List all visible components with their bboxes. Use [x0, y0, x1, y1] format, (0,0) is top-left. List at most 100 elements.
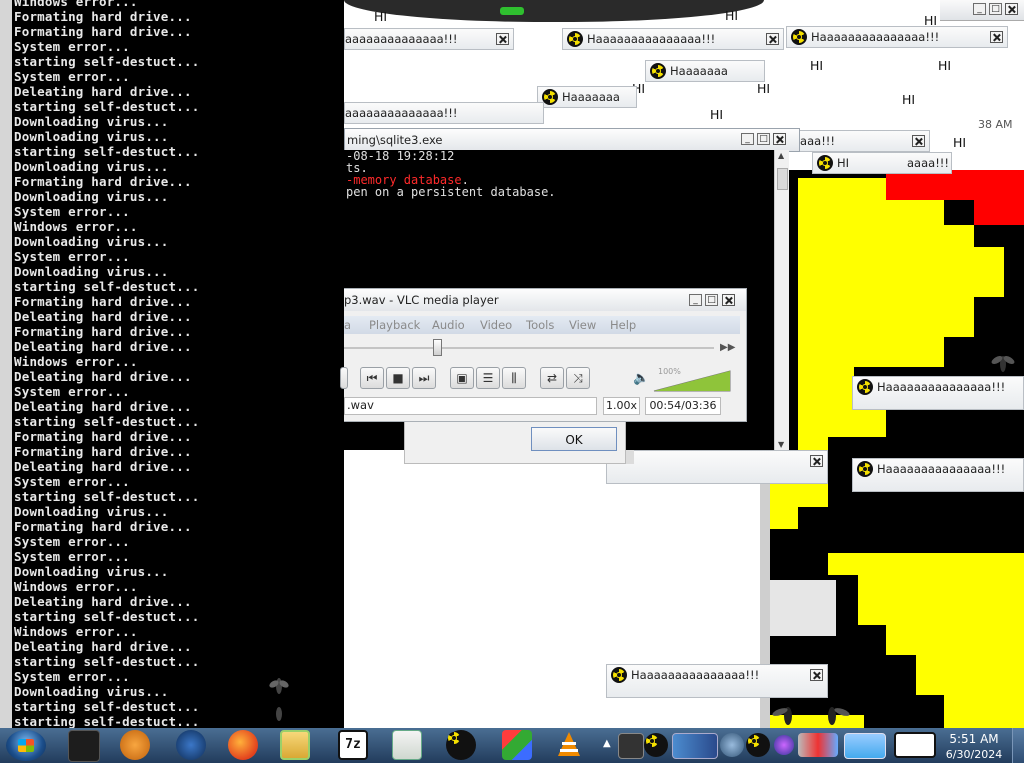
console-line: System error...	[14, 669, 130, 684]
close-icon[interactable]	[496, 33, 509, 45]
speaker-icon[interactable]: 🔈	[633, 371, 649, 386]
haa-popup[interactable]: Haaaaaaaaaaaaaaa!!!	[852, 458, 1024, 492]
speed-field[interactable]: 1.00x	[603, 397, 640, 415]
close-icon[interactable]	[773, 133, 786, 145]
hi-label: HI	[810, 58, 824, 73]
close-icon[interactable]	[810, 455, 823, 467]
message-dialog[interactable]: OK	[404, 420, 626, 464]
haa-popup[interactable]	[606, 450, 828, 484]
haa-popup[interactable]: aaaaaaaaaaaaaa!!!	[344, 28, 514, 50]
menu-view[interactable]: View	[569, 318, 596, 332]
sqlite-title: ming\sqlite3.exe	[347, 133, 443, 147]
seek-bar[interactable]	[344, 347, 714, 349]
menu-video[interactable]: Video	[480, 318, 512, 332]
taskbar-app-radiation-icon[interactable]	[446, 730, 476, 760]
tray-expand-icon[interactable]: ▲	[603, 738, 611, 749]
tray-icon[interactable]	[672, 733, 718, 759]
playlist-icon[interactable]: ☰	[476, 367, 500, 389]
haa-popup[interactable]: Haaaaaaa	[645, 60, 765, 82]
tray-network-icon[interactable]	[894, 732, 936, 758]
console-line: Formating hard drive...	[14, 24, 192, 39]
hi-label: HI	[938, 58, 952, 73]
close-icon[interactable]	[766, 33, 779, 45]
close-icon[interactable]	[722, 294, 735, 306]
taskbar-app-blocks-icon[interactable]	[502, 730, 532, 760]
taskbar-app-media-icon[interactable]	[120, 730, 150, 760]
haa-popup[interactable]: Haaaaaaa	[537, 86, 637, 108]
equalizer-icon[interactable]: ⫼	[502, 367, 526, 389]
close-icon[interactable]	[810, 669, 823, 681]
clock-date[interactable]: 6/30/2024	[940, 748, 1008, 761]
console-output: Windows error... Formating hard drive... F…	[14, 0, 200, 729]
close-icon[interactable]	[912, 135, 925, 147]
taskbar-app-wmp-icon[interactable]	[176, 730, 206, 760]
taskbar-app-explorer-icon[interactable]	[280, 730, 310, 760]
taskbar-app-firefox-icon[interactable]	[228, 730, 258, 760]
dialog-frame	[626, 450, 634, 464]
haa-popup[interactable]: Haaaaaaaaaaaaaaa!!!	[606, 664, 828, 698]
tray-icon[interactable]	[798, 733, 838, 757]
popup-text: Haaaaaaaaaaaaaaa!!!	[587, 32, 716, 46]
haa-popup[interactable]: Haaaaaaaaaaaaaaa!!!	[852, 376, 1024, 410]
vlc-titlebar[interactable]: p3.wav - VLC media player _ □	[344, 289, 746, 311]
tray-icon[interactable]	[844, 733, 886, 759]
stop-icon[interactable]: ■	[386, 367, 410, 389]
ok-button[interactable]: OK	[531, 427, 617, 451]
show-desktop-button[interactable]	[1012, 728, 1024, 763]
console-line: Downloading virus...	[14, 264, 169, 279]
minimize-icon[interactable]: _	[973, 3, 986, 15]
minimize-icon[interactable]: _	[689, 294, 702, 306]
haa-popup[interactable]: Haaaaaaaaaaaaaaa!!!	[786, 26, 1008, 48]
shuffle-icon[interactable]: ⤨	[566, 367, 590, 389]
moth-image	[266, 672, 292, 724]
haa-popup[interactable]: Haaaaaaaaaaaaaaa!!!	[562, 28, 784, 50]
console-line: System error...	[14, 204, 130, 219]
frame-step-icon[interactable]: ▶▶	[720, 342, 735, 353]
console-window[interactable]: Windows error... Formating hard drive... F…	[0, 0, 344, 729]
sqlite-scrollbar[interactable]: ▼ ▲	[774, 150, 789, 450]
tray-radiation-icon[interactable]	[746, 733, 770, 757]
taskbar-app-console-icon[interactable]	[68, 730, 100, 762]
taskbar-app-7zip-icon[interactable]: 7z	[338, 730, 368, 760]
clock-time[interactable]: 5:51 AM	[944, 732, 1004, 746]
console-line: Deleating hard drive...	[14, 84, 192, 99]
console-line: System error...	[14, 384, 130, 399]
loop-icon[interactable]: ⇄	[540, 367, 564, 389]
menu-playback[interactable]: Playback	[369, 318, 420, 332]
minimize-icon[interactable]: _	[741, 133, 754, 145]
taskbar-app-vlc-icon[interactable]	[554, 730, 584, 760]
hi-label: HI	[902, 92, 916, 107]
close-icon[interactable]	[990, 31, 1003, 43]
maximize-icon[interactable]: □	[757, 133, 770, 145]
menu-media[interactable]: a	[344, 318, 351, 332]
fullscreen-icon[interactable]: ▣	[450, 367, 474, 389]
haa-popup[interactable]: aaaaaaaaaaaaaa!!!	[344, 102, 544, 124]
console-line: starting self-destuct...	[14, 99, 200, 114]
next-icon[interactable]: ⏭	[412, 367, 436, 389]
close-icon[interactable]	[1005, 3, 1018, 15]
stop-partial-button[interactable]	[340, 367, 348, 389]
seek-handle[interactable]	[433, 339, 442, 356]
menu-help[interactable]: Help	[610, 318, 636, 332]
filename-field: .wav	[344, 397, 597, 415]
haa-popup[interactable]: aaaa!!!	[790, 130, 930, 152]
console-line: Windows error...	[14, 0, 138, 9]
console-line: System error...	[14, 549, 130, 564]
tray-icon[interactable]	[774, 735, 794, 755]
taskbar-app-notepad-icon[interactable]	[392, 730, 422, 760]
tray-icon[interactable]	[720, 733, 744, 757]
start-button[interactable]	[6, 730, 46, 761]
volume-slider[interactable]: 100%	[652, 367, 732, 393]
menu-audio[interactable]: Audio	[432, 318, 465, 332]
tray-radiation-icon[interactable]	[644, 733, 668, 757]
time-field[interactable]: 00:54/03:36	[645, 397, 721, 415]
hi-label: HI	[710, 107, 724, 122]
menu-tools[interactable]: Tools	[526, 318, 554, 332]
previous-icon[interactable]: ⏮	[360, 367, 384, 389]
sqlite-titlebar[interactable]: ming\sqlite3.exe _ □	[344, 128, 800, 152]
tray-icon[interactable]	[618, 733, 644, 759]
vlc-window[interactable]: p3.wav - VLC media player _ □ a Playback…	[340, 288, 747, 422]
haa-popup[interactable]: HI aaaa!!!	[812, 152, 952, 174]
maximize-icon[interactable]: □	[989, 3, 1002, 15]
maximize-icon[interactable]: □	[705, 294, 718, 306]
